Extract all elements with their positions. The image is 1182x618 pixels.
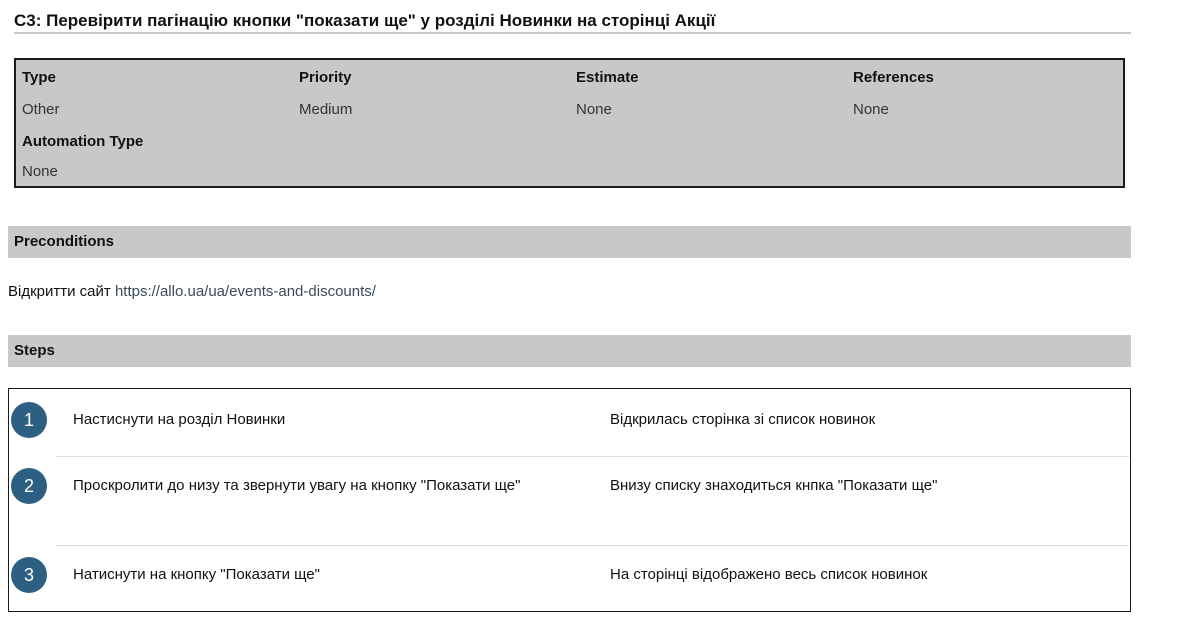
preconditions-text: Відкритти сайт: [8, 283, 111, 300]
type-label: Type: [22, 69, 56, 86]
estimate-label: Estimate: [576, 69, 639, 86]
step-action: Настиснути на розділ Новинки: [73, 411, 286, 428]
page-title: C3: Перевірити пагінацію кнопки "показат…: [14, 10, 1131, 34]
steps-table: 1 Настиснути на розділ Новинки Відкрилас…: [8, 388, 1131, 612]
steps-header: Steps: [8, 335, 1131, 367]
automation-type-label: Automation Type: [22, 133, 144, 150]
step-number-badge: 1: [11, 402, 47, 438]
type-value: Other: [22, 101, 60, 118]
references-value: None: [853, 101, 889, 118]
step-number-badge: 3: [11, 557, 47, 593]
step-action: Проскролити до низу та звернути увагу на…: [73, 477, 521, 494]
step-expected-result: Відкрилась сторінка зі список новинок: [610, 411, 876, 428]
step-expected-result: Внизу списку знаходиться кнпка "Показати…: [610, 477, 938, 494]
preconditions-body: Відкритти сайт https://allo.ua/ua/events…: [8, 281, 376, 303]
estimate-value: None: [576, 101, 612, 118]
preconditions-link[interactable]: https://allo.ua/ua/events-and-discounts/: [115, 283, 376, 300]
step-row: 2 Проскролити до низу та звернути увагу …: [9, 456, 1130, 545]
step-expected-result: На сторінці відображено весь список нови…: [610, 566, 928, 583]
step-row: 1 Настиснути на розділ Новинки Відкрилас…: [9, 389, 1130, 456]
automation-type-value: None: [22, 163, 58, 180]
step-action: Натиснути на кнопку "Показати ще": [73, 566, 320, 583]
references-label: References: [853, 69, 934, 86]
priority-value: Medium: [299, 101, 353, 118]
step-row: 3 Натиснути на кнопку "Показати ще" На с…: [9, 545, 1130, 611]
case-properties-panel: Type Other Priority Medium Estimate None…: [14, 58, 1125, 188]
test-case-page: C3: Перевірити пагінацію кнопки "показат…: [0, 0, 1182, 618]
priority-label: Priority: [299, 69, 352, 86]
step-number-badge: 2: [11, 468, 47, 504]
preconditions-header: Preconditions: [8, 226, 1131, 258]
